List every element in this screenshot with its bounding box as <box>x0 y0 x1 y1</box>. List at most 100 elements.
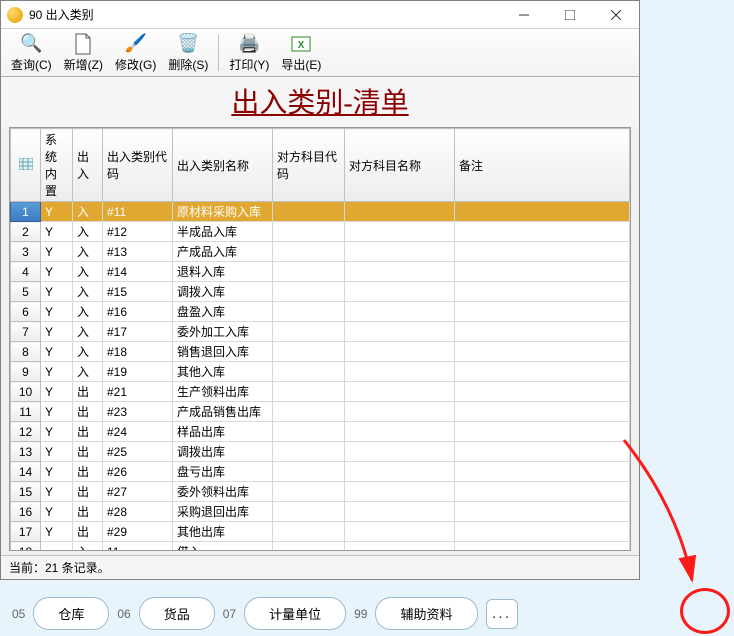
cell[interactable]: 11 <box>103 542 173 552</box>
data-grid[interactable]: 系统内置 出入 出入类别代码 出入类别名称 对方科目代码 对方科目名称 备注 1… <box>9 127 631 551</box>
cell[interactable] <box>455 282 630 302</box>
nav-goods-button[interactable]: 货品 <box>139 597 215 630</box>
cell[interactable]: 盘盈入库 <box>173 302 273 322</box>
rownum-cell[interactable]: 18 <box>11 542 41 552</box>
cell[interactable] <box>41 542 73 552</box>
rownum-cell[interactable]: 2 <box>11 222 41 242</box>
cell[interactable]: Y <box>41 422 73 442</box>
cell[interactable]: #26 <box>103 462 173 482</box>
cell[interactable]: Y <box>41 342 73 362</box>
rownum-cell[interactable]: 1 <box>11 202 41 222</box>
table-row[interactable]: 18入11借入 <box>11 542 630 552</box>
close-button[interactable] <box>593 1 639 29</box>
col-opcode[interactable]: 对方科目代码 <box>273 129 345 202</box>
cell[interactable] <box>273 362 345 382</box>
cell[interactable]: 出 <box>73 382 103 402</box>
cell[interactable] <box>345 342 455 362</box>
cell[interactable] <box>273 322 345 342</box>
cell[interactable] <box>455 222 630 242</box>
cell[interactable] <box>273 382 345 402</box>
cell[interactable]: #21 <box>103 382 173 402</box>
cell[interactable] <box>345 202 455 222</box>
cell[interactable]: Y <box>41 282 73 302</box>
cell[interactable]: Y <box>41 402 73 422</box>
cell[interactable] <box>455 422 630 442</box>
cell[interactable] <box>455 542 630 552</box>
cell[interactable]: 入 <box>73 282 103 302</box>
cell[interactable]: #16 <box>103 302 173 322</box>
cell[interactable] <box>273 342 345 362</box>
cell[interactable]: Y <box>41 322 73 342</box>
cell[interactable]: 入 <box>73 262 103 282</box>
cell[interactable]: #15 <box>103 282 173 302</box>
cell[interactable]: 生产领料出库 <box>173 382 273 402</box>
cell[interactable] <box>345 222 455 242</box>
cell[interactable]: Y <box>41 302 73 322</box>
export-button[interactable]: X 导出(E) <box>275 31 327 75</box>
cell[interactable]: 半成品入库 <box>173 222 273 242</box>
cell[interactable]: Y <box>41 382 73 402</box>
cell[interactable] <box>273 282 345 302</box>
cell[interactable] <box>345 362 455 382</box>
cell[interactable]: Y <box>41 362 73 382</box>
nav-more-button[interactable]: ... <box>486 599 518 629</box>
rownum-cell[interactable]: 11 <box>11 402 41 422</box>
cell[interactable] <box>455 482 630 502</box>
cell[interactable]: Y <box>41 242 73 262</box>
table-row[interactable]: 14Y出#26盘亏出库 <box>11 462 630 482</box>
table-row[interactable]: 7Y入#17委外加工入库 <box>11 322 630 342</box>
cell[interactable] <box>273 422 345 442</box>
cell[interactable]: Y <box>41 442 73 462</box>
cell[interactable]: 入 <box>73 222 103 242</box>
cell[interactable] <box>455 442 630 462</box>
cell[interactable]: 销售退回入库 <box>173 342 273 362</box>
col-name[interactable]: 出入类别名称 <box>173 129 273 202</box>
cell[interactable]: 其他入库 <box>173 362 273 382</box>
table-row[interactable]: 9Y入#19其他入库 <box>11 362 630 382</box>
maximize-button[interactable] <box>547 1 593 29</box>
cell[interactable] <box>345 442 455 462</box>
cell[interactable]: 入 <box>73 302 103 322</box>
rownum-cell[interactable]: 12 <box>11 422 41 442</box>
cell[interactable]: Y <box>41 222 73 242</box>
cell[interactable]: 其他出库 <box>173 522 273 542</box>
cell[interactable] <box>273 242 345 262</box>
cell[interactable]: 原材料采购入库 <box>173 202 273 222</box>
cell[interactable]: 盘亏出库 <box>173 462 273 482</box>
cell[interactable] <box>455 242 630 262</box>
edit-button[interactable]: 🖌️ 修改(G) <box>109 31 162 75</box>
cell[interactable]: 采购退回出库 <box>173 502 273 522</box>
cell[interactable] <box>273 522 345 542</box>
rownum-cell[interactable]: 17 <box>11 522 41 542</box>
table-row[interactable]: 11Y出#23产成品销售出库 <box>11 402 630 422</box>
rownum-cell[interactable]: 16 <box>11 502 41 522</box>
cell[interactable] <box>273 482 345 502</box>
rownum-cell[interactable]: 8 <box>11 342 41 362</box>
cell[interactable] <box>273 302 345 322</box>
cell[interactable]: 出 <box>73 442 103 462</box>
cell[interactable]: #17 <box>103 322 173 342</box>
nav-unit-button[interactable]: 计量单位 <box>244 597 346 630</box>
col-opname[interactable]: 对方科目名称 <box>345 129 455 202</box>
cell[interactable]: Y <box>41 262 73 282</box>
rownum-cell[interactable]: 10 <box>11 382 41 402</box>
cell[interactable] <box>273 502 345 522</box>
delete-button[interactable]: 🗑️ 删除(S) <box>162 31 214 75</box>
cell[interactable]: #29 <box>103 522 173 542</box>
col-io[interactable]: 出入 <box>73 129 103 202</box>
rownum-cell[interactable]: 4 <box>11 262 41 282</box>
cell[interactable]: 入 <box>73 542 103 552</box>
table-row[interactable]: 5Y入#15调拨入库 <box>11 282 630 302</box>
cell[interactable] <box>273 442 345 462</box>
cell[interactable] <box>455 402 630 422</box>
cell[interactable]: 入 <box>73 362 103 382</box>
cell[interactable] <box>455 342 630 362</box>
cell[interactable] <box>455 202 630 222</box>
cell[interactable] <box>455 522 630 542</box>
cell[interactable] <box>345 322 455 342</box>
table-row[interactable]: 16Y出#28采购退回出库 <box>11 502 630 522</box>
table-row[interactable]: 10Y出#21生产领料出库 <box>11 382 630 402</box>
cell[interactable] <box>345 402 455 422</box>
cell[interactable] <box>455 362 630 382</box>
cell[interactable] <box>273 462 345 482</box>
